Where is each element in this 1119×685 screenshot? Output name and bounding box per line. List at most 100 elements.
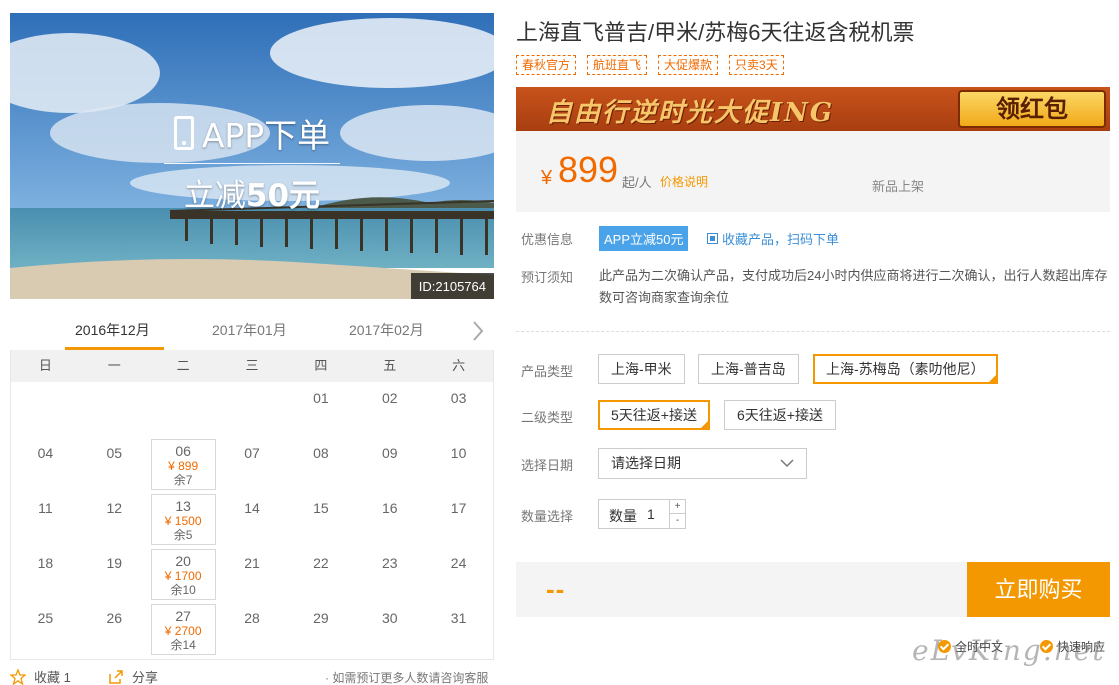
day-number: 11	[38, 500, 53, 516]
price-calendar: 日 一 二 三 四 五 六 01 02 03 04 05 06 ¥ 899 余7 07 08 09 1…	[10, 350, 494, 660]
banner-text: 自由行逆时光大促ING	[546, 98, 835, 128]
increment-icon[interactable]: +	[669, 500, 685, 514]
quantity-stepper[interactable]: 数量 1 + -	[598, 499, 686, 529]
quantity-value[interactable]: 1	[647, 506, 655, 522]
day-number: 14	[244, 500, 260, 516]
calendar-week-row: 04 05 06 ¥ 899 余7 07 08 09 10	[11, 437, 493, 492]
day-number: 25	[37, 610, 54, 626]
quantity-prefix: 数量	[609, 508, 637, 524]
calendar-day: 07	[218, 437, 287, 492]
tag-official: 春秋官方	[516, 55, 577, 75]
option-5-day[interactable]: 5天往返+接送	[598, 400, 710, 430]
promo-info-label: 优惠信息	[521, 232, 574, 247]
mobile-phone-icon	[173, 116, 194, 150]
tab-month-feb-2017[interactable]: 2017年02月	[349, 320, 424, 340]
favorite-button[interactable]: 收藏 1	[10, 667, 71, 685]
contact-note: · 如需预订更多人数请咨询客服	[325, 671, 489, 685]
option-shanghai-samui[interactable]: 上海-苏梅岛（素叻他尼）	[813, 354, 998, 384]
calendar-day-available[interactable]: 06 ¥ 899 余7	[149, 437, 218, 492]
caption-app-order: APP下单	[201, 116, 331, 155]
weekday-label: 五	[383, 358, 397, 373]
share-icon	[109, 669, 123, 684]
calendar-day: 18	[11, 547, 80, 602]
calendar-day: 31	[424, 602, 493, 657]
app-discount-caption: APP下单 立减50元	[10, 109, 494, 215]
day-number: 22	[313, 555, 329, 571]
date-select[interactable]: 请选择日期	[598, 448, 807, 479]
day-number: 29	[313, 610, 329, 626]
day-price: ¥ 2700	[164, 624, 202, 638]
weekday-label: 三	[245, 358, 259, 373]
product-title: 上海直飞普吉/甲米/苏梅6天往返含税机票	[516, 20, 915, 45]
calendar-week-row: 11 12 13 ¥ 1500 余5 14 15 16 17	[11, 492, 493, 547]
calendar-day: 04	[11, 437, 80, 492]
seats-remaining: 余10	[170, 583, 196, 597]
day-number: 18	[37, 555, 54, 571]
calendar-day: 28	[218, 602, 287, 657]
tag-direct-flight: 航班直飞	[587, 55, 648, 75]
tab-month-jan-2017[interactable]: 2017年01月	[212, 320, 287, 340]
calendar-day: 26	[80, 602, 149, 657]
calendar-day: 15	[286, 492, 355, 547]
get-red-packet-button[interactable]: 领红包	[958, 90, 1106, 128]
calendar-day-available[interactable]: 20 ¥ 1700 余10	[149, 547, 218, 602]
day-number: 01	[313, 390, 329, 406]
option-shanghai-krabi[interactable]: 上海-甲米	[598, 354, 685, 384]
price-explanation-link[interactable]: 价格说明	[660, 173, 708, 190]
option-shanghai-phuket[interactable]: 上海-普吉岛	[698, 354, 799, 384]
day-number: 28	[244, 610, 260, 626]
buy-now-button[interactable]: 立即购买	[967, 562, 1110, 617]
day-number: 04	[37, 445, 54, 461]
new-product-label: 新品上架	[872, 179, 925, 194]
calendar-day: 11	[11, 492, 80, 547]
calendar-day	[11, 382, 80, 437]
calendar-day: 03	[424, 382, 493, 437]
day-number: 05	[106, 445, 123, 461]
day-price: ¥ 899	[168, 459, 199, 473]
calendar-day: 12	[80, 492, 149, 547]
favorite-count: 收藏 1	[34, 670, 71, 685]
calendar-day	[80, 382, 149, 437]
calendar-day-available[interactable]: 13 ¥ 1500 余5	[149, 492, 218, 547]
calendar-day: 14	[218, 492, 287, 547]
calendar-week-row: 01 02 03	[11, 382, 493, 437]
promo-banner[interactable]: 自由行逆时光大促ING 领红包	[516, 87, 1110, 131]
calendar-day-available[interactable]: 27 ¥ 2700 余14	[149, 602, 218, 657]
section-divider	[516, 331, 1110, 332]
calendar-day: 30	[355, 602, 424, 657]
day-price: ¥ 1500	[164, 514, 202, 528]
calendar-week-row: 18 19 20 ¥ 1700 余10 21 22 23 24	[11, 547, 493, 602]
day-number: 02	[381, 390, 398, 406]
product-id-badge: ID:2105764	[410, 273, 494, 299]
day-number: 09	[381, 445, 398, 461]
calendar-day: 09	[355, 437, 424, 492]
calendar-day: 24	[424, 547, 493, 602]
calendar-week-row: 25 26 27 ¥ 2700 余14 28 29 30 31	[11, 602, 493, 657]
product-tags: 春秋官方 航班直飞 大促爆款 只卖3天	[516, 55, 784, 75]
day-number: 23	[381, 555, 398, 571]
day-number: 19	[106, 555, 123, 571]
seats-remaining: 余7	[173, 473, 193, 487]
day-number: 17	[450, 500, 467, 516]
calendar-grid: 01 02 03 04 05 06 ¥ 899 余7 07 08 09 10 11 12 13 ¥ 1500 余…	[11, 382, 493, 657]
chevron-down-icon	[780, 459, 794, 468]
decrement-icon[interactable]: -	[669, 514, 685, 528]
tab-month-dec-2016[interactable]: 2016年12月	[75, 320, 150, 340]
day-number: 26	[106, 610, 123, 626]
favorite-scan-link[interactable]: 收藏产品，扫码下单	[707, 229, 839, 248]
chevron-right-icon[interactable]	[471, 320, 485, 342]
day-number: 03	[450, 390, 467, 406]
quantity-label: 数量选择	[521, 509, 574, 524]
currency-symbol: ¥	[541, 167, 553, 189]
option-6-day[interactable]: 6天往返+接送	[724, 400, 836, 430]
calendar-day: 22	[286, 547, 355, 602]
weekday-label: 六	[452, 358, 466, 373]
booking-notice-label: 预订须知	[521, 270, 574, 285]
subtype-label: 二级类型	[521, 410, 574, 425]
weekday-label: 四	[314, 358, 328, 373]
price-panel: ¥ 899 起/人 价格说明 新品上架	[516, 131, 1110, 212]
calendar-day: 19	[80, 547, 149, 602]
tag-limited-days: 只卖3天	[729, 55, 784, 75]
day-price: ¥ 1700	[164, 569, 202, 583]
share-button[interactable]: 分享	[108, 667, 158, 685]
